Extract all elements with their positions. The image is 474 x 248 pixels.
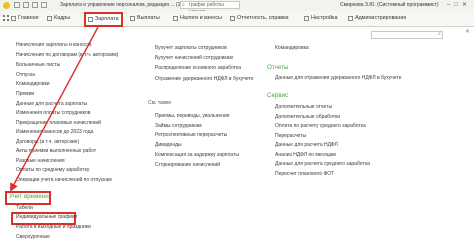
annotation-arrow [10, 26, 99, 192]
